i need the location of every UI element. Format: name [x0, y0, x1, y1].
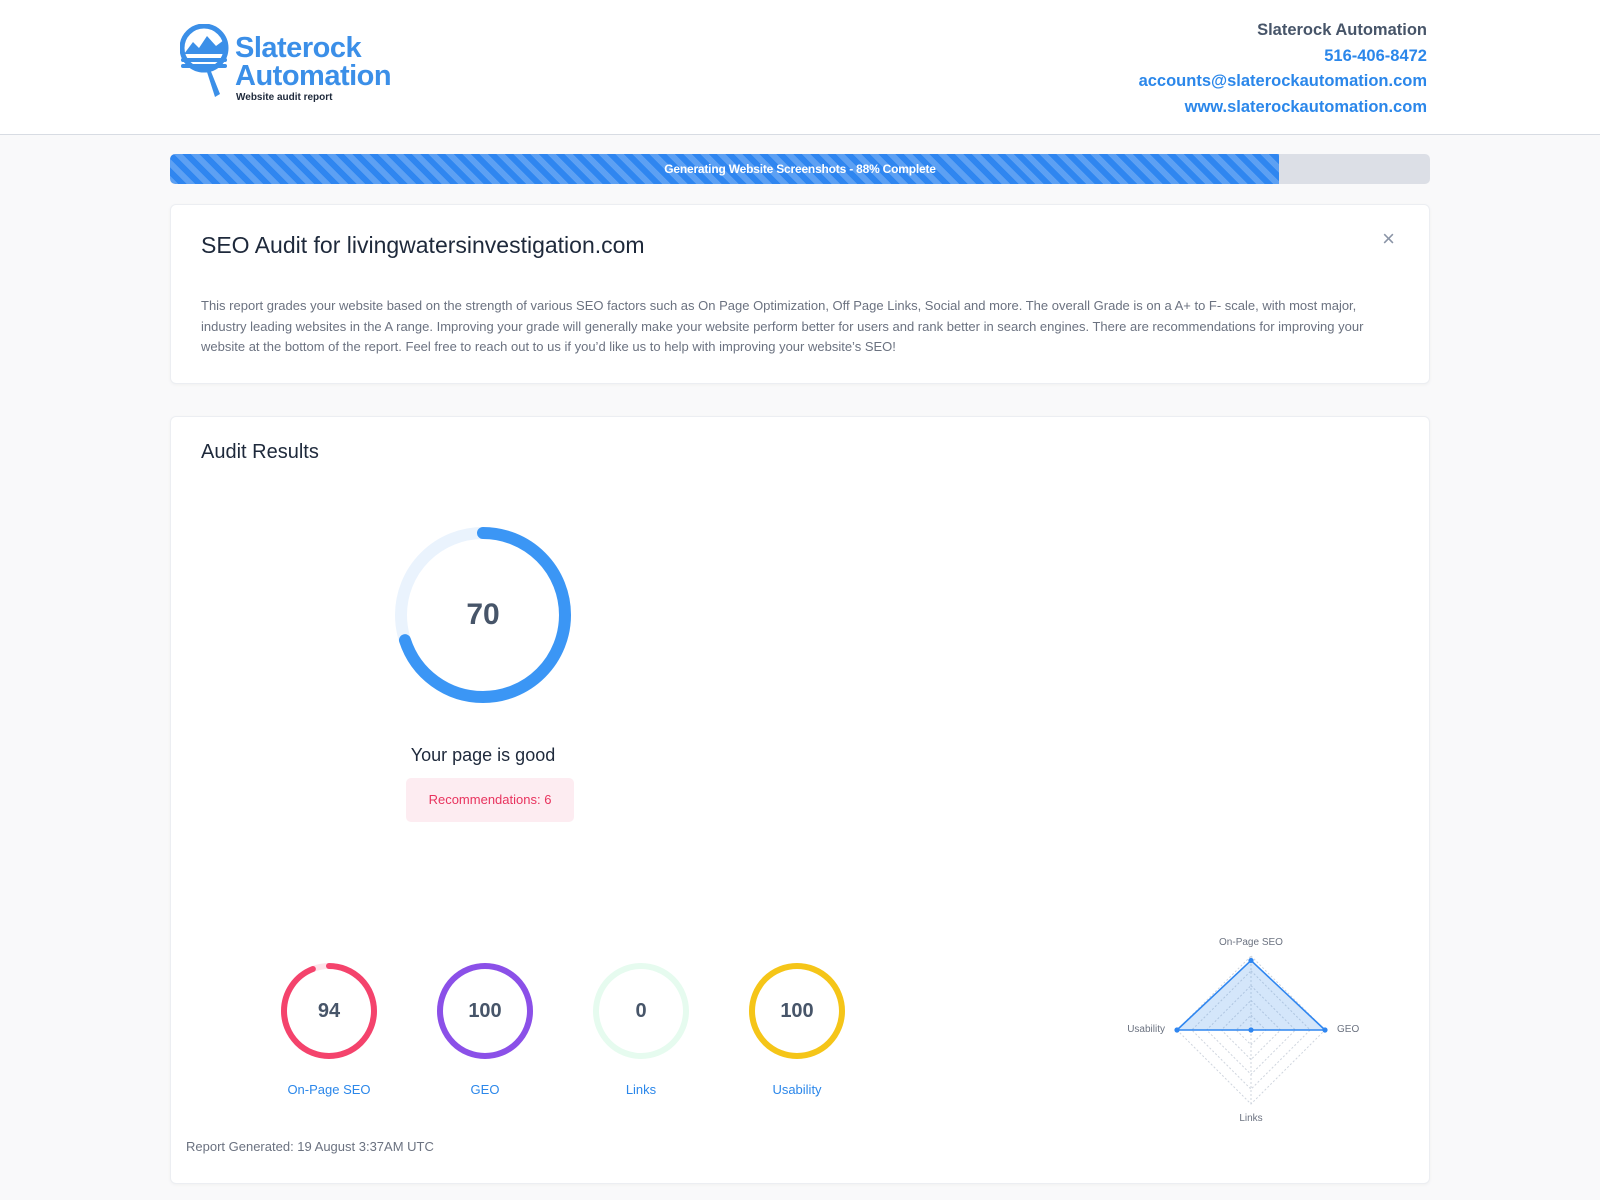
intro-card: SEO Audit for livingwatersinvestigation.…: [170, 204, 1430, 384]
report-generated-timestamp: Report Generated: 19 August 3:37AM UTC: [186, 1139, 434, 1154]
brand-logo[interactable]: Slaterock Automation Website audit repor…: [180, 24, 440, 104]
score-radar-chart: On-Page SEO GEO Links Usability: [1127, 937, 1359, 1124]
category-score-value: 100: [468, 1000, 502, 1022]
radar-point-usability: [1174, 1027, 1180, 1033]
category-label[interactable]: On-Page SEO: [249, 1082, 409, 1097]
radar-point-links: [1248, 1027, 1254, 1033]
radar-label-geo: GEO: [1337, 1024, 1359, 1035]
progress-text: Generating Website Screenshots - 88% Com…: [664, 162, 936, 176]
brand-name-line2: Automation: [235, 60, 392, 92]
audit-results-card: Audit Results 70 Your page is good Recom…: [170, 416, 1430, 1184]
header: Slaterock Automation Website audit repor…: [0, 0, 1600, 135]
overall-score-value: 70: [466, 598, 500, 631]
radar-point-on-page-seo: [1248, 957, 1254, 964]
radar-point-geo: [1322, 1027, 1328, 1033]
category-usability[interactable]: 100 Usability: [747, 961, 847, 1097]
category-label[interactable]: GEO: [405, 1082, 565, 1097]
radar-label-onpage-seo: On-Page SEO: [1219, 937, 1283, 948]
category-score-value: 94: [317, 1000, 341, 1022]
category-label[interactable]: Usability: [717, 1082, 877, 1097]
brand-name-line1: Slaterock: [235, 32, 362, 64]
brand-tagline: Website audit report: [236, 92, 333, 103]
contact-block: Slaterock Automation 516-406-8472 accoun…: [1139, 18, 1427, 120]
audit-title: SEO Audit for livingwatersinvestigation.…: [201, 232, 645, 258]
category-onpage-seo[interactable]: 94 On-Page SEO: [279, 961, 379, 1097]
recommendations-badge[interactable]: Recommendations: 6: [406, 778, 574, 822]
category-geo[interactable]: 100 GEO: [435, 961, 535, 1097]
contact-phone-link[interactable]: 516-406-8472: [1139, 44, 1427, 70]
screenshot-progress-bar: Generating Website Screenshots - 88% Com…: [170, 154, 1430, 184]
close-icon[interactable]: ×: [1382, 228, 1395, 250]
audit-results-title: Audit Results: [201, 441, 319, 463]
magnifier-logo-icon: [180, 24, 229, 97]
radar-label-usability: Usability: [1127, 1024, 1165, 1035]
contact-website-link[interactable]: www.slaterockautomation.com: [1139, 95, 1427, 121]
category-links[interactable]: 0 Links: [591, 961, 691, 1097]
category-score-value: 100: [780, 1000, 814, 1022]
category-score-value: 0: [635, 1000, 647, 1022]
category-label[interactable]: Links: [561, 1082, 721, 1097]
radar-score-polygon: [1174, 959, 1328, 1031]
intro-description: This report grades your website based on…: [201, 298, 1364, 354]
radar-label-links: Links: [1239, 1113, 1262, 1124]
contact-company: Slaterock Automation: [1257, 21, 1427, 39]
contact-email-link[interactable]: accounts@slaterockautomation.com: [1139, 69, 1427, 95]
page-status-text: Your page is good: [410, 745, 556, 765]
